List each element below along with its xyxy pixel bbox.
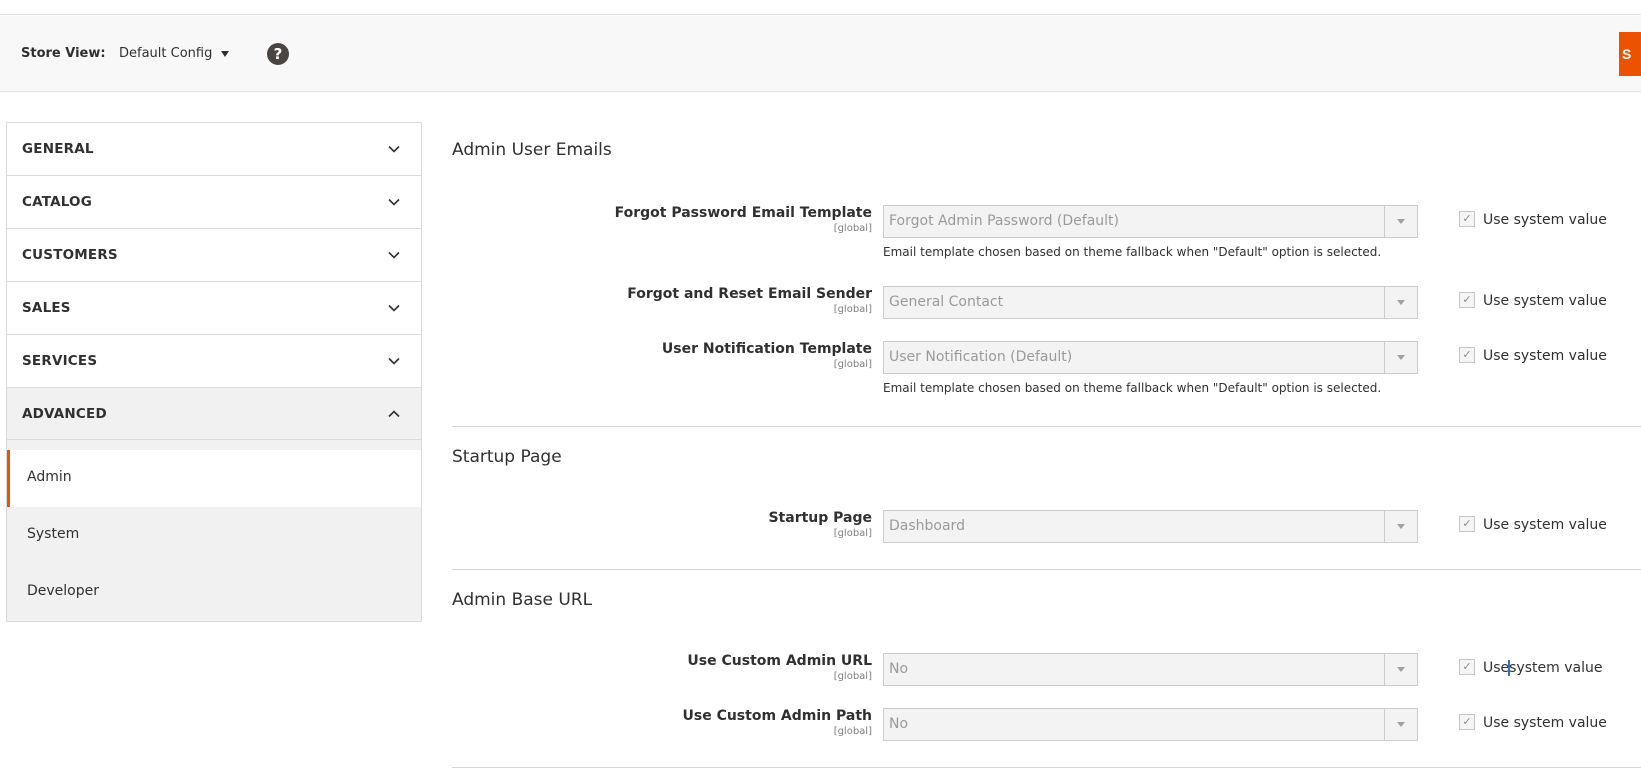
use-system-label: Use system value	[1483, 293, 1607, 309]
sidebar-item-label: Admin	[27, 469, 72, 485]
sidebar-item-system[interactable]: System	[7, 507, 421, 564]
select-value: Dashboard	[889, 518, 965, 534]
section-sales[interactable]: SALES	[6, 281, 422, 334]
caret-down-icon	[221, 50, 230, 57]
section-label: CUSTOMERS	[22, 247, 118, 263]
store-view-switcher[interactable]: Default Config	[119, 46, 230, 61]
advanced-subnav: Admin System Developer	[6, 440, 422, 622]
group-divider	[452, 569, 1641, 570]
config-sidebar: GENERAL CATALOG CUSTOMERS SALES SERVICES…	[6, 122, 422, 622]
save-config-button[interactable]: S	[1619, 32, 1641, 76]
sidebar-item-developer[interactable]: Developer	[7, 564, 421, 621]
sidebar-item-admin[interactable]: Admin	[7, 450, 421, 507]
check-icon: ✓	[1459, 292, 1475, 308]
check-icon: ✓	[1459, 659, 1475, 675]
check-icon: ✓	[1459, 211, 1475, 227]
check-icon: ✓	[1459, 516, 1475, 532]
section-label: SERVICES	[22, 353, 98, 369]
section-label: GENERAL	[22, 141, 94, 157]
select-value: No	[889, 661, 909, 677]
field-label: User Notification Template	[661, 341, 872, 357]
field-label: Forgot and Reset Email Sender	[627, 286, 872, 302]
field-scope: [global]	[833, 304, 872, 315]
user-notification-template-select[interactable]: User Notification (Default)	[883, 341, 1418, 374]
caret-down-icon	[1384, 709, 1417, 740]
startup-page-select[interactable]: Dashboard	[883, 510, 1418, 543]
caret-down-icon	[1384, 654, 1417, 685]
use-system-value-checkbox[interactable]: ✓ Use system value	[1459, 292, 1607, 309]
store-view-label: Store View:	[21, 46, 106, 61]
sidebar-item-label: System	[27, 526, 80, 542]
use-system-label-part: system value	[1509, 660, 1603, 676]
field-label: Forgot Password Email Template	[614, 205, 872, 221]
field-note: Email template chosen based on theme fal…	[883, 381, 1382, 395]
chevron-up-icon	[388, 410, 400, 418]
check-icon: ✓	[1459, 714, 1475, 730]
field-label: Use Custom Admin URL	[687, 653, 872, 669]
group-title-startup-page[interactable]: Startup Page	[452, 447, 562, 467]
use-system-value-checkbox[interactable]: ✓ Usesystem value	[1459, 659, 1603, 676]
chevron-down-icon	[388, 251, 400, 259]
use-system-label: Use system value	[1483, 348, 1607, 364]
section-services[interactable]: SERVICES	[6, 334, 422, 387]
group-title-admin-base-url[interactable]: Admin Base URL	[452, 590, 592, 610]
field-scope: [global]	[833, 671, 872, 682]
use-system-label: Use system value	[1483, 715, 1607, 731]
field-label: Startup Page	[768, 510, 872, 526]
chevron-down-icon	[388, 357, 400, 365]
question-circle-icon[interactable]: ?	[267, 43, 289, 65]
forgot-password-template-select[interactable]: Forgot Admin Password (Default)	[883, 205, 1418, 238]
chevron-down-icon	[388, 145, 400, 153]
store-view-selected: Default Config	[119, 46, 213, 61]
use-system-label: Use system value	[1483, 517, 1607, 533]
select-value: No	[889, 716, 909, 732]
select-value: General Contact	[889, 294, 1004, 310]
store-view-bar: Store View: Default Config ? S	[0, 14, 1641, 92]
caret-down-icon	[1384, 342, 1417, 373]
field-scope: [global]	[833, 528, 872, 539]
select-value: Forgot Admin Password (Default)	[889, 213, 1120, 229]
use-system-value-checkbox[interactable]: ✓ Use system value	[1459, 211, 1607, 228]
section-general[interactable]: GENERAL	[6, 122, 422, 175]
section-label: ADVANCED	[22, 406, 107, 422]
group-divider	[452, 426, 1641, 427]
use-custom-admin-path-select[interactable]: No	[883, 708, 1418, 741]
field-scope: [global]	[833, 359, 872, 370]
section-advanced[interactable]: ADVANCED	[6, 387, 422, 440]
section-customers[interactable]: CUSTOMERS	[6, 228, 422, 281]
use-system-label-part: Use	[1483, 660, 1510, 676]
check-icon: ✓	[1459, 347, 1475, 363]
section-label: SALES	[22, 300, 71, 316]
group-divider	[452, 767, 1641, 768]
field-label: Use Custom Admin Path	[682, 708, 873, 724]
section-label: CATALOG	[22, 194, 92, 210]
sidebar-item-label: Developer	[27, 583, 100, 599]
caret-down-icon	[1384, 206, 1417, 237]
caret-down-icon	[1384, 511, 1417, 542]
field-scope: [global]	[833, 223, 872, 234]
caret-down-icon	[1384, 287, 1417, 318]
field-scope: [global]	[833, 726, 872, 737]
use-system-value-checkbox[interactable]: ✓ Use system value	[1459, 516, 1607, 533]
chevron-down-icon	[388, 304, 400, 312]
field-note: Email template chosen based on theme fal…	[883, 245, 1382, 259]
chevron-down-icon	[388, 198, 400, 206]
section-catalog[interactable]: CATALOG	[6, 175, 422, 228]
select-value: User Notification (Default)	[889, 349, 1073, 365]
use-system-value-checkbox[interactable]: ✓ Use system value	[1459, 347, 1607, 364]
group-title-admin-user-emails[interactable]: Admin User Emails	[452, 140, 612, 160]
use-custom-admin-url-select[interactable]: No	[883, 653, 1418, 686]
use-system-label: Use system value	[1483, 212, 1607, 228]
use-system-value-checkbox[interactable]: ✓ Use system value	[1459, 714, 1607, 731]
email-sender-select[interactable]: General Contact	[883, 286, 1418, 319]
